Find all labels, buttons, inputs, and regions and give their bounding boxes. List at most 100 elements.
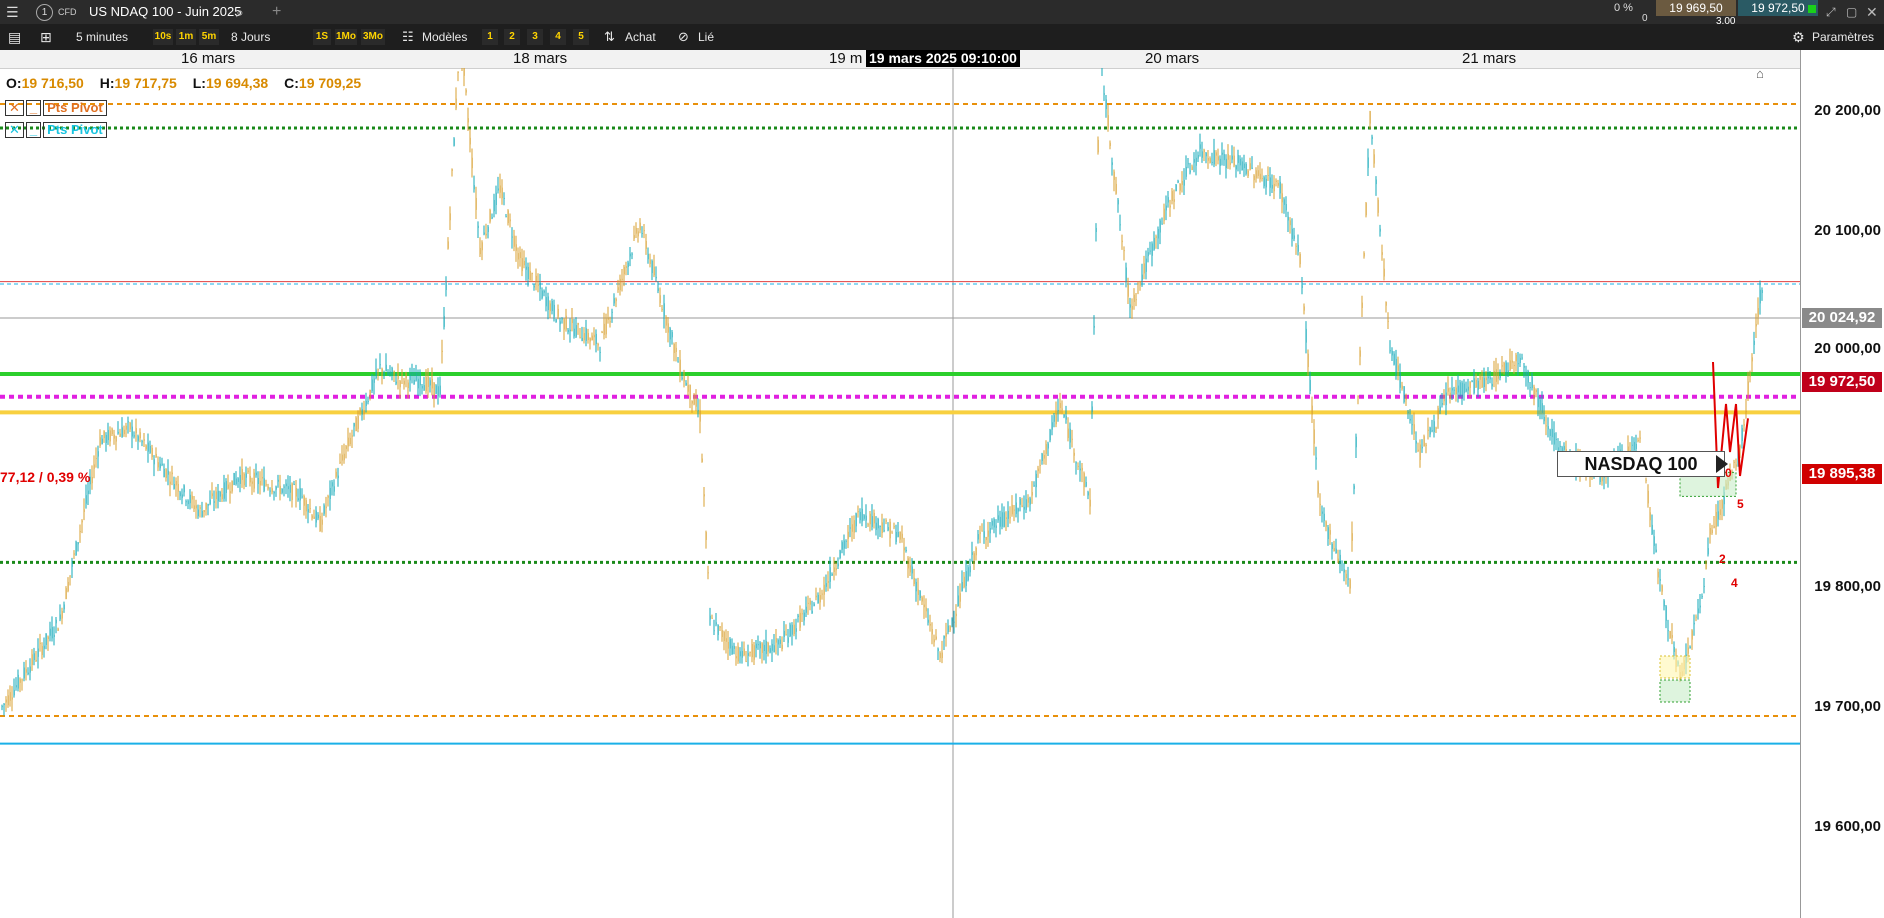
candle-body	[1437, 408, 1439, 420]
candle-body	[497, 188, 499, 191]
indicator-name[interactable]: Pts Pivot	[43, 122, 107, 138]
candle-body	[205, 502, 207, 510]
candle-body	[705, 532, 707, 540]
candle-body	[481, 242, 483, 251]
search-icon[interactable]: ⌕	[236, 0, 244, 24]
candle-body	[471, 157, 473, 169]
layout-button-3[interactable]: 3	[527, 29, 543, 45]
candle-body	[1673, 646, 1675, 652]
candle-body	[855, 513, 857, 527]
candle-body	[351, 435, 353, 437]
candle-body	[347, 437, 349, 447]
candle-body	[551, 301, 553, 312]
candle-body	[1141, 274, 1143, 281]
tf-button-10s[interactable]: 10s	[153, 29, 173, 45]
title-bar: ☰ 1 CFD US NDAQ 100 - Juin 2025 ⌕ + 0 % …	[0, 0, 1884, 27]
candle-body	[261, 476, 263, 479]
candle-body	[513, 235, 515, 247]
tab-number-badge[interactable]: 1	[36, 4, 53, 21]
layout-button-4[interactable]: 4	[550, 29, 566, 45]
candle-body	[747, 653, 749, 656]
axis-home-icon[interactable]: ⌂	[1756, 66, 1764, 81]
candle-body	[15, 685, 17, 688]
settings-icon[interactable]: ⚙	[1792, 27, 1805, 47]
indicator-minimize-icon[interactable]: _	[25, 100, 42, 116]
link-icon[interactable]: ⊘	[678, 27, 689, 47]
indicator-close-icon[interactable]: ✕	[5, 122, 24, 138]
layout-button-1[interactable]: 1	[482, 29, 498, 45]
candle-body	[1109, 142, 1111, 146]
candle-body	[39, 642, 41, 644]
candle-body	[233, 473, 235, 485]
ask-price[interactable]: 19 972,50	[1738, 0, 1818, 16]
candle-body	[1209, 158, 1211, 163]
candle-body	[1297, 244, 1299, 252]
candle-body	[749, 651, 751, 653]
price-axis[interactable]: ⌂ 20 200,00 20 100,00 20 000,00 19 800,0…	[1756, 50, 1884, 918]
models-icon[interactable]: ☷	[402, 27, 414, 47]
candle-body	[1239, 158, 1241, 166]
candle-body	[1419, 444, 1421, 461]
candle-body	[1007, 510, 1009, 519]
add-tab-icon[interactable]: +	[272, 0, 281, 24]
layout-button-5[interactable]: 5	[573, 29, 589, 45]
candle-body	[1017, 508, 1019, 512]
candle-body	[1495, 369, 1497, 382]
linked-button[interactable]: Lié	[698, 27, 714, 47]
range-button-1s[interactable]: 1S	[313, 29, 331, 45]
instrument-name[interactable]: US NDAQ 100 - Juin 2025	[89, 0, 241, 24]
timeframe-select[interactable]: 5 minutes	[76, 27, 128, 47]
candle-body	[71, 561, 73, 567]
candle-body	[1413, 424, 1415, 434]
ohlc-close-label: C:	[284, 75, 299, 91]
close-icon[interactable]: ✕	[1866, 0, 1878, 24]
buy-button[interactable]: Achat	[625, 27, 656, 47]
candle-body	[1535, 389, 1537, 393]
candle-body	[555, 319, 557, 323]
candle-body	[41, 646, 43, 655]
period-select[interactable]: 8 Jours	[231, 27, 270, 47]
candle-body	[221, 494, 223, 500]
candle-body	[1385, 301, 1387, 306]
candle-body	[1051, 422, 1053, 430]
candle-body	[1519, 357, 1521, 364]
candle-body	[189, 494, 191, 504]
candle-body	[1261, 177, 1263, 179]
candle-body	[1309, 380, 1311, 392]
layout-button-2[interactable]: 2	[504, 29, 520, 45]
candle-body	[1019, 498, 1021, 505]
candle-body	[1303, 306, 1305, 311]
tf-button-1m[interactable]: 1m	[176, 29, 196, 45]
candle-body	[109, 430, 111, 442]
candle-body	[65, 588, 67, 600]
range-button-3mo[interactable]: 3Mo	[361, 29, 385, 45]
menu-icon[interactable]: ☰	[6, 0, 19, 24]
candle-body	[1347, 578, 1349, 580]
candle-body	[881, 522, 883, 533]
candle-body	[45, 633, 47, 645]
buy-icon[interactable]: ⇅	[604, 27, 615, 47]
list-icon[interactable]: ▤	[8, 27, 21, 47]
candle-body	[1235, 165, 1237, 170]
candle-body	[841, 542, 843, 550]
price-chart[interactable]	[0, 68, 1800, 918]
candle-body	[673, 344, 675, 353]
candle-body	[761, 643, 763, 653]
candle-body	[1421, 446, 1423, 449]
range-button-1mo[interactable]: 1Mo	[335, 29, 357, 45]
indicator-name[interactable]: Pts Pivot	[43, 100, 107, 116]
maximize-icon[interactable]: ▢	[1846, 0, 1857, 24]
price-tag-current: 19 972,50	[1802, 372, 1882, 392]
settings-button[interactable]: Paramètres	[1812, 27, 1874, 47]
candle-body	[941, 652, 943, 659]
candle-body	[305, 500, 307, 512]
indicator-minimize-icon[interactable]: _	[25, 122, 42, 138]
candle-body	[1375, 179, 1377, 185]
popout-icon[interactable]: ⤢	[1826, 0, 1836, 24]
layout-icon[interactable]: ⊞	[40, 27, 52, 47]
candle-body	[1179, 183, 1181, 191]
tf-button-5m[interactable]: 5m	[199, 29, 219, 45]
models-button[interactable]: Modèles	[422, 27, 467, 47]
candle-body	[1045, 444, 1047, 454]
indicator-close-icon[interactable]: ✕	[5, 100, 24, 116]
